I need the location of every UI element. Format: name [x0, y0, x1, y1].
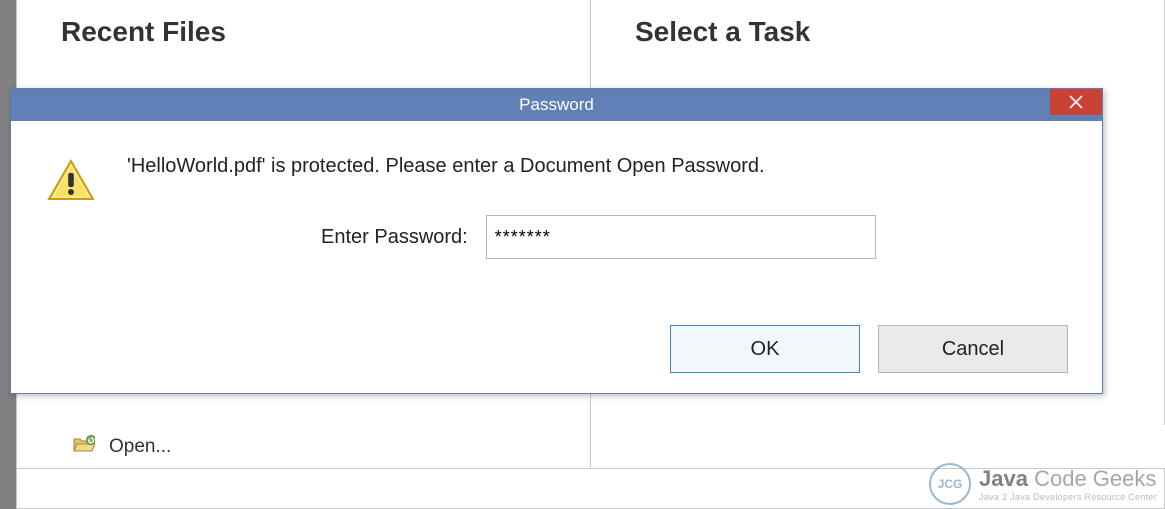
- recent-open-row: Open...: [16, 425, 1165, 469]
- task-lower-area: [591, 425, 1165, 469]
- folder-open-icon: [73, 435, 95, 459]
- open-file-button[interactable]: Open...: [16, 425, 591, 469]
- ok-button[interactable]: OK: [670, 325, 860, 373]
- select-task-heading: Select a Task: [635, 16, 1124, 48]
- password-input-label: Enter Password:: [321, 226, 468, 249]
- dialog-body: 'HelloWorld.pdf' is protected. Please en…: [11, 121, 1102, 393]
- dialog-message: 'HelloWorld.pdf' is protected. Please en…: [127, 155, 765, 178]
- password-dialog: Password 'HelloWorld.pdf' is protected. …: [10, 88, 1103, 394]
- warning-icon: [45, 157, 97, 210]
- close-icon: [1069, 95, 1083, 109]
- close-button[interactable]: [1050, 89, 1102, 115]
- password-input-row: Enter Password:: [321, 215, 876, 259]
- recent-files-heading: Recent Files: [61, 16, 550, 48]
- dialog-button-row: OK Cancel: [670, 325, 1068, 373]
- password-input[interactable]: [486, 215, 876, 259]
- bottom-strip: [16, 469, 1165, 509]
- dialog-title: Password: [519, 95, 594, 115]
- dialog-titlebar[interactable]: Password: [11, 89, 1102, 121]
- cancel-button[interactable]: Cancel: [878, 325, 1068, 373]
- open-file-label: Open...: [109, 436, 171, 458]
